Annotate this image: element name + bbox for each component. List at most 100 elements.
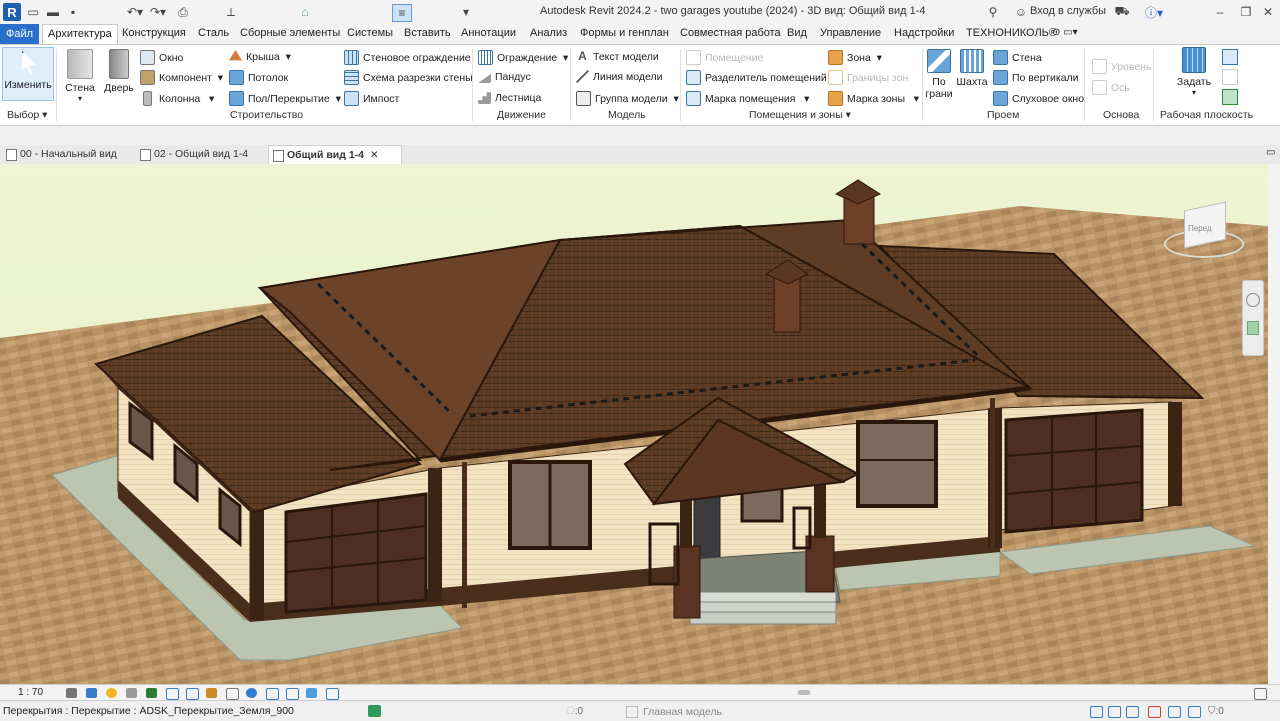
- model-line-button[interactable]: Линия модели: [576, 70, 662, 83]
- tab-technonicol[interactable]: ТЕХНОНИКОЛЬ®: [966, 27, 1057, 39]
- select-pinned-icon[interactable]: [1126, 706, 1139, 718]
- tab-collaborate[interactable]: Совместная работа: [680, 27, 781, 39]
- shaft-button[interactable]: Шахта: [956, 49, 988, 88]
- shadows-icon[interactable]: [126, 688, 137, 698]
- minimize-icon[interactable]: –: [1214, 4, 1226, 20]
- ribbon-options-icon[interactable]: ⊙ ▭▾: [1052, 27, 1078, 38]
- railing-button[interactable]: Ограждение ▾: [478, 50, 568, 65]
- ramp-button[interactable]: Пандус: [478, 70, 531, 83]
- wall-button[interactable]: Стена ▾: [64, 49, 96, 103]
- stair-button[interactable]: Лестница: [478, 91, 541, 104]
- cart-icon[interactable]: ⛟: [1114, 4, 1130, 20]
- help-icon[interactable]: ⓘ▾: [1144, 4, 1164, 20]
- reveal-hidden-icon[interactable]: [246, 688, 257, 698]
- undo-icon[interactable]: ↶▾: [121, 4, 149, 20]
- model-text-button[interactable]: A Текст модели: [576, 50, 659, 63]
- select-by-face-icon[interactable]: [1148, 706, 1161, 718]
- select-panel-label[interactable]: Выбор ▾: [7, 109, 47, 121]
- tab-annotate[interactable]: Аннотации: [461, 27, 516, 39]
- viewcube-front-face-label[interactable]: Перед: [1188, 224, 1212, 233]
- worksets-icon[interactable]: [368, 705, 381, 717]
- mullion-button[interactable]: Импост: [344, 91, 399, 106]
- detail-level-icon[interactable]: [66, 688, 77, 698]
- sun-path-icon[interactable]: [106, 688, 117, 698]
- main-model-selector[interactable]: Главная модель: [643, 706, 722, 718]
- grid-button[interactable]: Ось: [1092, 80, 1130, 95]
- workplane-viewer-icon[interactable]: [1222, 89, 1238, 105]
- room-tag-button[interactable]: Марка помещения ▾: [686, 91, 809, 106]
- select-underlay-icon[interactable]: [1108, 706, 1121, 718]
- background-processes-icon[interactable]: [1188, 706, 1201, 718]
- tab-precast[interactable]: Сборные элементы: [240, 27, 340, 39]
- component-button[interactable]: Компонент ▾: [140, 70, 223, 85]
- zoom-icon[interactable]: [1247, 321, 1259, 335]
- vertical-scrollbar[interactable]: [1268, 164, 1280, 684]
- 3d-viewport[interactable]: Перед: [0, 164, 1268, 684]
- worksharing-icon[interactable]: [266, 688, 279, 700]
- crop-view-icon[interactable]: [166, 688, 179, 700]
- ref-plane-icon[interactable]: [1222, 69, 1238, 85]
- level-button[interactable]: Уровень: [1092, 59, 1151, 74]
- model-group-button[interactable]: Группа модели ▾: [576, 91, 679, 106]
- home-icon[interactable]: ⌂: [298, 4, 312, 20]
- tab-architecture[interactable]: Архитектура: [42, 24, 118, 45]
- temp-view-properties-icon[interactable]: [286, 688, 299, 700]
- column-button[interactable]: Колонна ▾: [140, 91, 214, 106]
- set-workplane-button[interactable]: Задать ▾: [1176, 47, 1212, 97]
- window-button[interactable]: Окно: [140, 50, 183, 65]
- temp-hide-icon[interactable]: [226, 688, 239, 700]
- show-crop-icon[interactable]: [186, 688, 199, 700]
- horizontal-scrollbar-thumb[interactable]: [798, 690, 810, 695]
- print-icon[interactable]: ⎙: [176, 4, 190, 20]
- tab-steel[interactable]: Сталь: [198, 27, 229, 39]
- visual-style-icon[interactable]: [86, 688, 97, 698]
- thin-lines-icon[interactable]: ≡: [392, 4, 412, 22]
- lock-view-icon[interactable]: [206, 688, 217, 698]
- editable-only-icon[interactable]: ⎔:0: [566, 706, 583, 717]
- dormer-button[interactable]: Слуховое окно: [993, 91, 1084, 106]
- curtain-grid-button[interactable]: Схема разрезки стены: [344, 70, 473, 85]
- room-button[interactable]: Помещение: [686, 50, 763, 65]
- house-model-render[interactable]: [0, 164, 1268, 684]
- tabs-menu-icon[interactable]: ▭: [1266, 147, 1275, 158]
- tab-analyze[interactable]: Анализ: [530, 27, 567, 39]
- design-options-icon[interactable]: [626, 706, 638, 718]
- view-corner-icon[interactable]: [1254, 688, 1267, 700]
- tab-start-view[interactable]: 00 - Начальный вид: [2, 145, 150, 163]
- wall-opening-button[interactable]: Стена: [993, 50, 1042, 65]
- tab-file[interactable]: Файл: [0, 24, 40, 44]
- floor-button[interactable]: Пол/Перекрытие ▾: [229, 91, 341, 106]
- view-scale[interactable]: 1 : 70: [18, 687, 43, 698]
- redo-icon[interactable]: ↷▾: [148, 4, 168, 20]
- tab-general-view-02[interactable]: 02 - Общий вид 1-4: [136, 145, 282, 163]
- ceiling-button[interactable]: Потолок: [229, 70, 288, 85]
- tab-general-view-active[interactable]: Общий вид 1-4 ✕: [268, 145, 402, 164]
- measure-icon[interactable]: ⟂: [224, 4, 238, 20]
- roof-button[interactable]: Крыша ▾: [229, 50, 291, 63]
- render-icon[interactable]: [146, 688, 157, 698]
- curtain-system-button[interactable]: Стеновое ограждение: [344, 50, 471, 65]
- folder-icon[interactable]: ▬: [46, 4, 60, 20]
- tab-systems[interactable]: Системы: [347, 27, 393, 39]
- user-icon[interactable]: ☺: [1014, 4, 1028, 20]
- save-icon[interactable]: ▪: [66, 4, 80, 20]
- drag-elements-icon[interactable]: [1168, 706, 1181, 718]
- tab-view[interactable]: Вид: [787, 27, 807, 39]
- constraints-icon[interactable]: [326, 688, 339, 700]
- restore-icon[interactable]: ❐: [1240, 4, 1252, 20]
- door-button[interactable]: Дверь: [104, 49, 134, 94]
- sign-in-button[interactable]: Вход в службы: [1030, 5, 1106, 17]
- tab-structure[interactable]: Конструкция: [122, 27, 186, 39]
- modify-button[interactable]: Изменить: [2, 47, 54, 101]
- vertical-opening-button[interactable]: По вертикали: [993, 70, 1079, 85]
- by-face-button[interactable]: По грани: [924, 49, 954, 100]
- area-boundary-button[interactable]: Границы зон: [828, 70, 908, 85]
- area-tag-button[interactable]: Марка зоны ▾: [828, 91, 919, 106]
- rooms-panel-label[interactable]: Помещения и зоны ▾: [749, 109, 851, 121]
- close-tab-icon[interactable]: ✕: [370, 149, 379, 161]
- steering-wheel-icon[interactable]: [1246, 293, 1260, 307]
- tab-addins[interactable]: Надстройки: [894, 27, 954, 39]
- select-links-icon[interactable]: [1090, 706, 1103, 718]
- analytical-model-icon[interactable]: [306, 688, 317, 698]
- viewcube[interactable]: Перед: [1160, 200, 1244, 260]
